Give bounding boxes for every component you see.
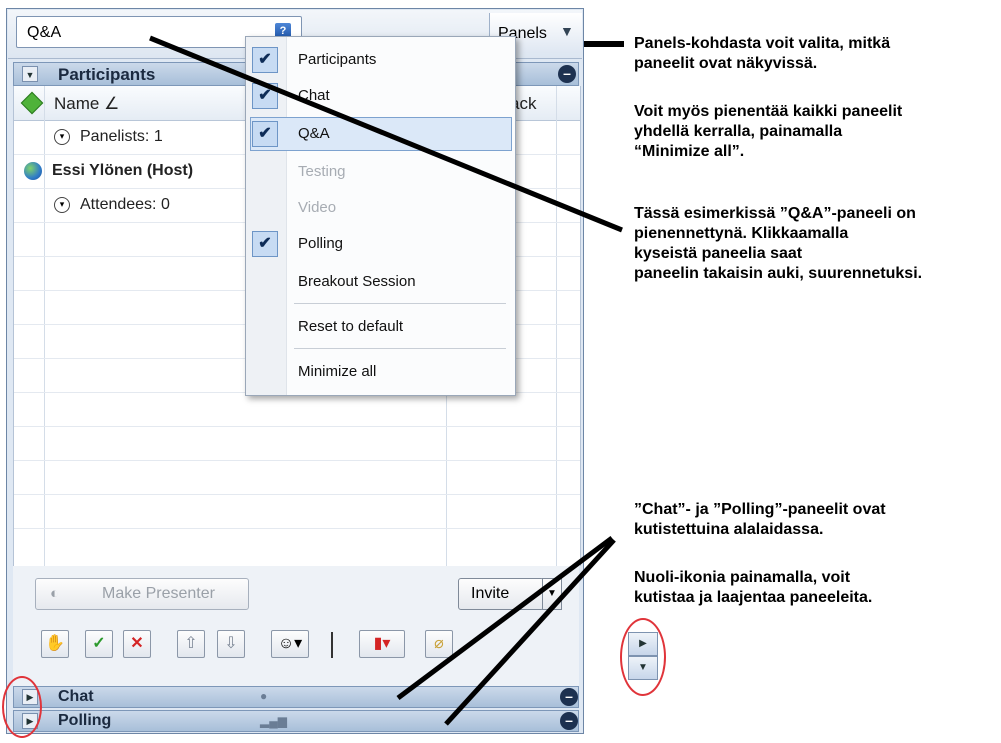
pointer-line-qa	[149, 35, 623, 233]
annotation-collapsed: ”Chat”- ja ”Polling”-paneelit ovat kutis…	[634, 501, 886, 538]
annotation-minimize: Voit myös pienentää kaikki paneelit yhde…	[634, 103, 903, 160]
pointer-line-chat	[396, 535, 614, 701]
annotation-arrows: Nuoli-ikonia painamalla, voit kutistaa j…	[634, 569, 873, 606]
annotation-qa-example: Tässä esimerkissä ”Q&A”-paneeli on piene…	[634, 205, 923, 282]
annotation-panels: Panels-kohdasta voit valita, mitkä panee…	[634, 35, 891, 72]
pointer-line-polling	[444, 538, 616, 726]
highlight-ring	[620, 618, 666, 696]
